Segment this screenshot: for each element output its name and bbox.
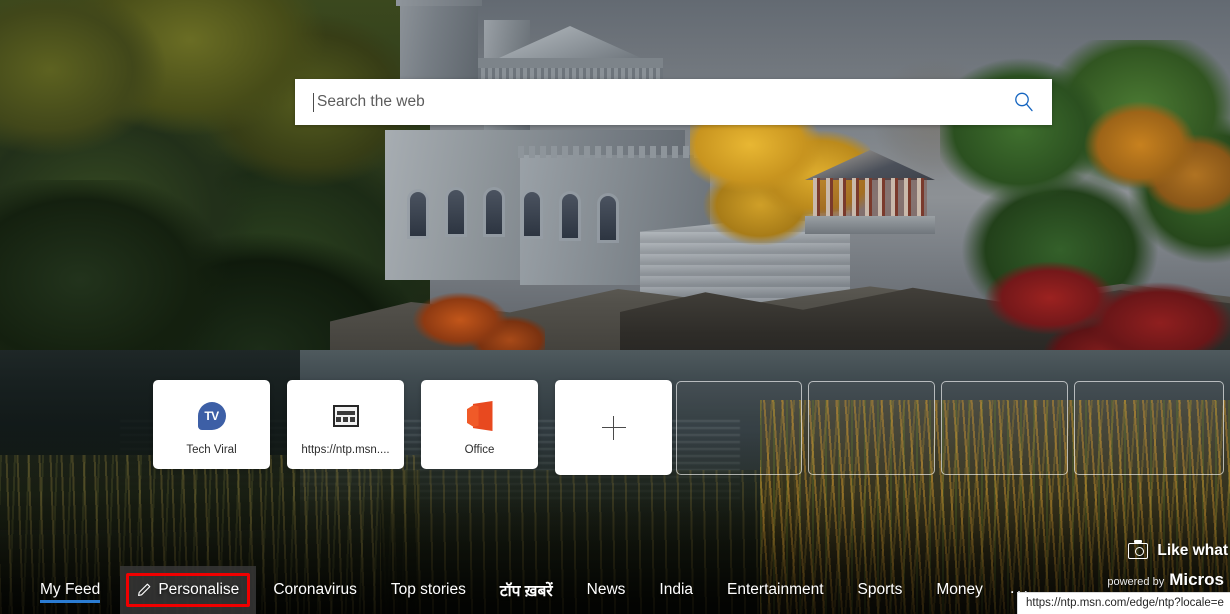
active-indicator — [40, 600, 101, 603]
pavilion-base — [805, 216, 935, 234]
nav-item-india[interactable]: India — [642, 566, 710, 614]
nav-label: Sports — [857, 581, 903, 598]
powered-by-label: powered by Micros — [1107, 570, 1224, 590]
nav-label: My Feed — [40, 581, 101, 598]
status-bar-url: https://ntp.msn.com/edge/ntp?locale=e — [1017, 592, 1230, 614]
shortcut-tiles: TV Tech Viral https://ntp.msn.... Office — [153, 380, 672, 475]
plus-icon — [601, 415, 626, 440]
nav-label: Personalise — [158, 581, 240, 598]
pencil-icon — [137, 583, 151, 597]
castle-window — [524, 192, 540, 236]
tv-logo-icon: TV — [196, 400, 228, 432]
nav-label: Entertainment — [727, 581, 824, 598]
nav-item-top-stories[interactable]: Top stories — [374, 566, 483, 614]
nav-item-personalise[interactable]: Personalise — [120, 566, 257, 614]
right-orange-tree — [1080, 95, 1230, 225]
nav-label: Top stories — [390, 581, 466, 598]
empty-tile[interactable] — [941, 381, 1068, 475]
camera-icon — [1128, 540, 1149, 559]
tile-label: https://ntp.msn.... — [301, 444, 390, 456]
nav-label: टॉप ख़बरें — [499, 583, 553, 600]
castle-window — [486, 190, 502, 234]
empty-tile-placeholders — [676, 381, 1224, 475]
tv-icon-text: TV — [204, 409, 219, 423]
nav-item-my-feed[interactable]: My Feed — [34, 566, 120, 614]
nav-item-money[interactable]: Money — [919, 566, 1000, 614]
nav-item-entertainment[interactable]: Entertainment — [710, 566, 841, 614]
park-pavilion — [805, 150, 935, 234]
add-shortcut-button[interactable] — [555, 380, 672, 475]
search-icon — [1013, 91, 1035, 113]
castle-deck — [478, 58, 663, 68]
background-info-label: Like what — [1157, 542, 1228, 559]
nav-item-news[interactable]: News — [570, 566, 643, 614]
tile-label: Tech Viral — [186, 444, 237, 456]
castle-window — [448, 190, 464, 234]
search-submit-button[interactable] — [996, 79, 1052, 125]
nav-label: News — [586, 581, 626, 598]
generic-page-icon — [330, 400, 362, 432]
tile-tech-viral[interactable]: TV Tech Viral — [153, 380, 270, 469]
powered-by-brand: Micros — [1169, 570, 1224, 589]
castle-window — [600, 196, 616, 240]
nav-label: Coronavirus — [273, 581, 357, 598]
empty-tile[interactable] — [676, 381, 802, 475]
nav-item-coronavirus[interactable]: Coronavirus — [256, 566, 374, 614]
castle-window — [562, 194, 578, 238]
castle-battlements — [518, 146, 718, 158]
search-input[interactable]: Search the web — [314, 94, 996, 110]
tile-office[interactable]: Office — [421, 380, 538, 469]
castle-window — [410, 192, 426, 236]
castle-tower-top — [396, 0, 482, 6]
empty-tile[interactable] — [808, 381, 935, 475]
pavilion-columns — [813, 178, 927, 218]
powered-by-prefix: powered by — [1107, 576, 1165, 588]
background-info-badge[interactable]: Like what — [1128, 540, 1230, 560]
office-logo-icon — [464, 400, 496, 432]
nav-item-top-khabre[interactable]: टॉप ख़बरें — [483, 566, 570, 614]
pavilion-roof — [805, 150, 935, 180]
nav-item-sports[interactable]: Sports — [841, 566, 920, 614]
nav-label: Money — [936, 581, 983, 598]
tile-label: Office — [464, 444, 495, 456]
nav-label: India — [659, 581, 694, 598]
new-tab-page: Search the web TV Tech Viral https://ntp… — [0, 0, 1230, 614]
tile-ntp-msn[interactable]: https://ntp.msn.... — [287, 380, 404, 469]
empty-tile[interactable] — [1074, 381, 1224, 475]
search-box[interactable]: Search the web — [295, 79, 1052, 125]
